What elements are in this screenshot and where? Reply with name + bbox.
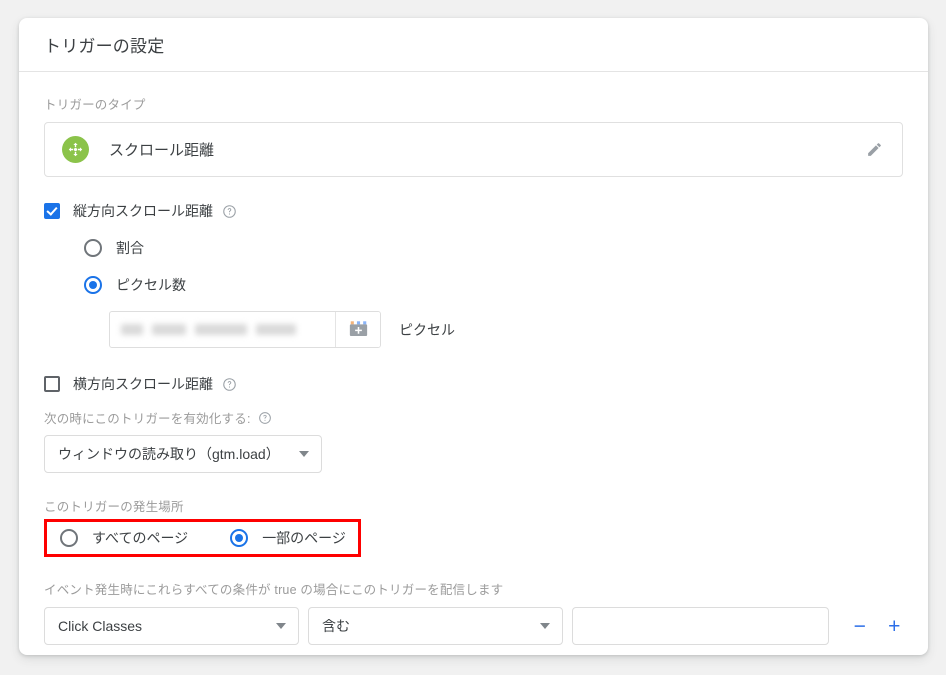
remove-condition-button[interactable]: − [851,616,869,637]
horizontal-scroll-label: 横方向スクロール距離 [73,376,213,392]
pixel-value-redacted-content [110,312,335,347]
page-title: トリガーの設定 [44,37,165,56]
pencil-icon[interactable] [862,138,886,162]
radio-all-pages-label: すべてのページ [92,530,189,546]
radio-some-pages-label: 一部のページ [262,530,346,546]
card-header: トリガーの設定 [19,18,928,72]
chevron-down-icon [299,451,309,457]
condition-variable-select[interactable]: Click Classes [44,607,299,645]
radio-pixels[interactable] [84,276,102,294]
pixel-value-input-wrap[interactable] [109,311,381,348]
pixel-value-row: ピクセル [109,311,903,348]
radio-percent[interactable] [84,239,102,257]
trigger-type-label: トリガーのタイプ [44,98,146,112]
condition-variable-value: Click Classes [58,618,143,634]
vertical-option-percent-row[interactable]: 割合 [84,238,903,258]
horizontal-scroll-checkbox-row[interactable]: 横方向スクロール距離 [44,374,903,394]
condition-operator-value: 含む [322,618,350,634]
trigger-type-name: スクロール距離 [109,142,215,159]
fire-on-all-pages-row[interactable]: すべてのページ [60,528,188,548]
radio-pixels-label: ピクセル数 [116,277,186,293]
enable-when-label: 次の時にこのトリガーを有効化する: [44,412,251,426]
condition-value-input[interactable] [572,607,829,645]
help-circle-icon[interactable] [222,377,237,392]
trigger-type-box[interactable]: スクロール距離 [44,122,903,177]
horizontal-scroll-checkbox[interactable] [44,376,60,392]
radio-some-pages[interactable] [230,529,249,547]
enable-when-label-row: 次の時にこのトリガーを有効化する: [44,408,903,427]
radio-all-pages[interactable] [60,529,78,547]
help-circle-icon[interactable] [222,204,237,219]
insert-variable-icon[interactable] [335,312,380,347]
fire-on-some-pages-row[interactable]: 一部のページ [230,528,346,548]
help-circle-icon[interactable] [258,411,272,425]
condition-operator-select[interactable]: 含む [308,607,563,645]
condition-row: Click Classes 含む − + [44,607,903,645]
fire-on-label: このトリガーの発生場所 [44,500,184,514]
vertical-option-pixels-row[interactable]: ピクセル数 [84,275,903,295]
vertical-scroll-checkbox-row[interactable]: 縦方向スクロール距離 [44,201,903,221]
trigger-settings-card: トリガーの設定 トリガーのタイプ スクロール距離 縦方向スクロール距離 割合 ピ… [19,18,928,655]
card-body: トリガーのタイプ スクロール距離 縦方向スクロール距離 割合 ピクセル数 ピクセ… [19,72,928,645]
chevron-down-icon [276,623,286,629]
add-condition-button[interactable]: + [886,616,904,637]
pixel-unit-label: ピクセル [399,321,455,338]
chevron-down-icon [540,623,550,629]
fire-on-radio-group-highlight: すべてのページ 一部のページ [44,519,361,557]
enable-when-selected-value: ウィンドウの読み取り（gtm.load） [58,446,280,462]
vertical-scroll-checkbox[interactable] [44,203,60,219]
enable-when-select[interactable]: ウィンドウの読み取り（gtm.load） [44,435,322,473]
vertical-scroll-label: 縦方向スクロール距離 [73,203,213,219]
scroll-distance-icon [62,136,89,163]
conditions-label: イベント発生時にこれらすべての条件が true の場合にこのトリガーを配信します [44,583,504,597]
radio-percent-label: 割合 [116,240,144,256]
